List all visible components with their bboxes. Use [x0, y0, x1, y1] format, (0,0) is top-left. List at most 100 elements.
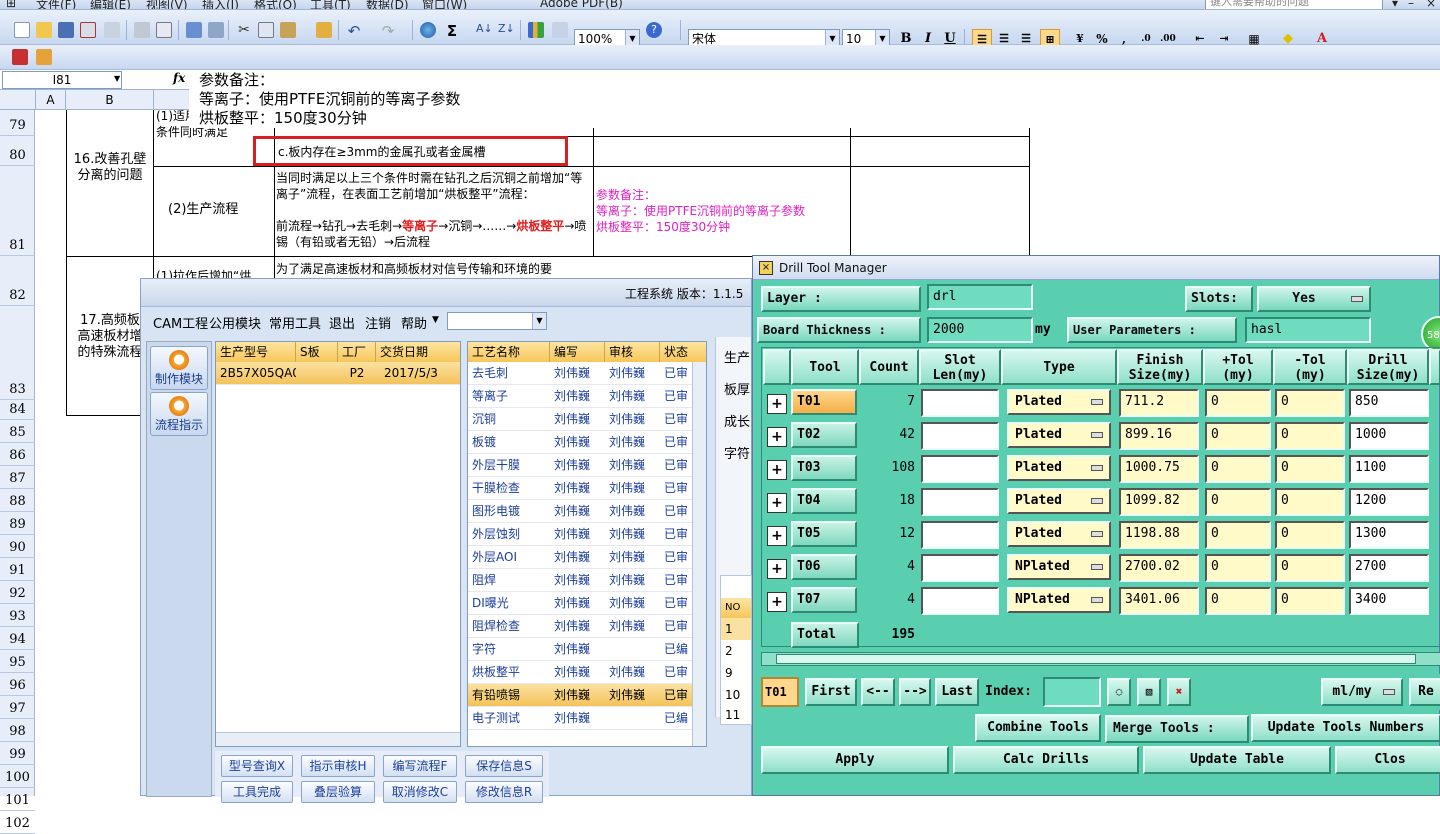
slot-len-field[interactable]: [921, 422, 999, 450]
autosum-icon[interactable]: Σ: [444, 22, 460, 40]
copy-icon[interactable]: [258, 22, 274, 38]
drill-size-field[interactable]: 1200: [1349, 488, 1429, 516]
paste-icon[interactable]: [280, 22, 296, 38]
column-header-b[interactable]: B: [66, 90, 154, 110]
new-icon[interactable]: [14, 22, 30, 38]
process-grid[interactable]: 工艺名称 编写 审核 状态 去毛刺 刘伟巍 刘伟巍 已审 等离子 刘伟巍 刘伟巍 已审 沉铜 刘伟…: [467, 341, 707, 747]
type-select[interactable]: NPlated: [1007, 587, 1111, 613]
chart-wizard-icon[interactable]: [528, 22, 544, 38]
row-header[interactable]: 82: [0, 256, 35, 306]
plus-tol-field[interactable]: 0: [1205, 455, 1271, 483]
unit-select[interactable]: ml/my: [1321, 678, 1403, 706]
order-grid-hscroll[interactable]: [216, 732, 460, 746]
row-header[interactable]: 100: [0, 765, 35, 788]
expand-row-button[interactable]: +: [767, 559, 787, 579]
cam-menu-common[interactable]: 公用模块: [209, 313, 261, 332]
order-grid[interactable]: 生产型号 S板 工厂 交货日期 2B57X05QA0 P2 2017/5/3: [215, 341, 461, 747]
menu-data[interactable]: 数据(D): [366, 0, 409, 9]
close-button[interactable]: Clos: [1335, 746, 1440, 774]
row-header[interactable]: 91: [0, 558, 35, 581]
expand-row-button[interactable]: +: [767, 427, 787, 447]
select-all-corner[interactable]: [0, 90, 36, 110]
finish-size-field[interactable]: 711.2: [1119, 389, 1199, 417]
cam-menu-tools[interactable]: 常用工具: [269, 313, 321, 332]
finish-size-field[interactable]: 1198.88: [1119, 521, 1199, 549]
slot-len-field[interactable]: [921, 587, 999, 615]
expand-row-button[interactable]: +: [767, 526, 787, 546]
apply-button[interactable]: Apply: [761, 746, 949, 774]
col-writer[interactable]: 编写: [550, 342, 605, 362]
undo-icon[interactable]: ↶: [346, 22, 362, 40]
row-header[interactable]: 92: [0, 581, 35, 604]
cam-menu-exit[interactable]: 退出: [329, 313, 355, 332]
finish-size-field[interactable]: 2700.02: [1119, 554, 1199, 582]
sort-descending-icon[interactable]: Z↓: [498, 22, 515, 38]
delete-icon[interactable]: ✖: [1167, 678, 1191, 706]
row-header[interactable]: 84: [0, 400, 35, 420]
cancel-edit-button[interactable]: 取消修改C: [383, 781, 457, 803]
drill-size-field[interactable]: 3400: [1349, 587, 1429, 615]
slot-len-field[interactable]: [921, 554, 999, 582]
row-header[interactable]: 99: [0, 742, 35, 765]
make-module-button[interactable]: ● 制作模块: [150, 346, 208, 390]
drill-size-field[interactable]: 1300: [1349, 521, 1429, 549]
col-process-name[interactable]: 工艺名称: [468, 342, 550, 362]
email-icon[interactable]: [104, 22, 120, 38]
menu-adobe-pdf[interactable]: Adobe PDF(B): [540, 0, 623, 9]
redo-icon[interactable]: ↷: [380, 22, 396, 40]
review-instruction-button[interactable]: 指示审核H: [301, 755, 375, 777]
hyperlink-icon[interactable]: [420, 22, 436, 38]
tool-name[interactable]: T05: [791, 521, 857, 547]
process-row[interactable]: 图形电镀 刘伟巍 刘伟巍 已审: [468, 500, 706, 523]
cam-module-select[interactable]: ▼: [447, 312, 547, 330]
toolbar-icon[interactable]: ⊞: [6, 0, 16, 9]
type-select[interactable]: Plated: [1007, 455, 1111, 481]
tool-name[interactable]: T02: [791, 422, 857, 448]
modify-info-button[interactable]: 修改信息R: [465, 781, 543, 803]
plus-tol-field[interactable]: 0: [1205, 554, 1271, 582]
reset-button[interactable]: Re: [1409, 678, 1440, 706]
finish-size-field[interactable]: 1099.82: [1119, 488, 1199, 516]
slot-len-field[interactable]: [921, 521, 999, 549]
col-status[interactable]: 状态: [660, 342, 706, 362]
process-row[interactable]: 字符 刘伟巍 已编: [468, 638, 706, 661]
no-row[interactable]: 1: [721, 618, 751, 640]
minus-tol-field[interactable]: 0: [1275, 488, 1345, 516]
drill-size-field[interactable]: 2700: [1349, 554, 1429, 582]
row-header[interactable]: 87: [0, 466, 35, 489]
format-painter-icon[interactable]: [316, 22, 332, 38]
row-header[interactable]: 94: [0, 627, 35, 650]
finish-size-field[interactable]: 1000.75: [1119, 455, 1199, 483]
row-header[interactable]: 90: [0, 535, 35, 558]
expand-row-button[interactable]: +: [767, 394, 787, 414]
slot-len-field[interactable]: [921, 488, 999, 516]
cam-menu-help[interactable]: 帮助: [401, 313, 427, 332]
process-guide-button[interactable]: ● 流程指示: [150, 392, 208, 436]
tool-complete-button[interactable]: 工具完成: [221, 781, 293, 803]
expand-row-button[interactable]: +: [767, 493, 787, 513]
process-row[interactable]: 外层干膜 刘伟巍 刘伟巍 已审: [468, 454, 706, 477]
minus-tol-field[interactable]: 0: [1275, 422, 1345, 450]
fx-icon[interactable]: fx: [173, 71, 185, 85]
row-header[interactable]: 89: [0, 512, 35, 535]
process-row[interactable]: DI曝光 刘伟巍 刘伟巍 已审: [468, 592, 706, 615]
update-tools-numbers-button[interactable]: Update Tools Numbers: [1251, 714, 1440, 742]
row-header[interactable]: 93: [0, 604, 35, 627]
next-button[interactable]: -->: [899, 678, 931, 706]
process-row[interactable]: 沉铜 刘伟巍 刘伟巍 已审: [468, 408, 706, 431]
combine-tools-button[interactable]: Combine Tools: [975, 714, 1101, 742]
query-model-button[interactable]: 型号查询X: [221, 755, 293, 777]
update-table-button[interactable]: Update Table: [1143, 746, 1331, 774]
layer-field[interactable]: drl: [927, 284, 1033, 310]
slots-select[interactable]: Yes: [1257, 286, 1371, 312]
tool-name[interactable]: T07: [791, 587, 857, 613]
table-hscroll[interactable]: [761, 652, 1440, 666]
plus-tol-field[interactable]: 0: [1205, 422, 1271, 450]
tool-name[interactable]: T06: [791, 554, 857, 580]
minus-tol-field[interactable]: 0: [1275, 521, 1345, 549]
process-row[interactable]: 去毛刺 刘伟巍 刘伟巍 已审: [468, 362, 706, 385]
permission-icon[interactable]: [80, 22, 96, 38]
row-header[interactable]: 88: [0, 489, 35, 512]
menu-insert[interactable]: 插入(I): [202, 0, 239, 9]
process-row[interactable]: 外层AOI 刘伟巍 刘伟巍 已审: [468, 546, 706, 569]
